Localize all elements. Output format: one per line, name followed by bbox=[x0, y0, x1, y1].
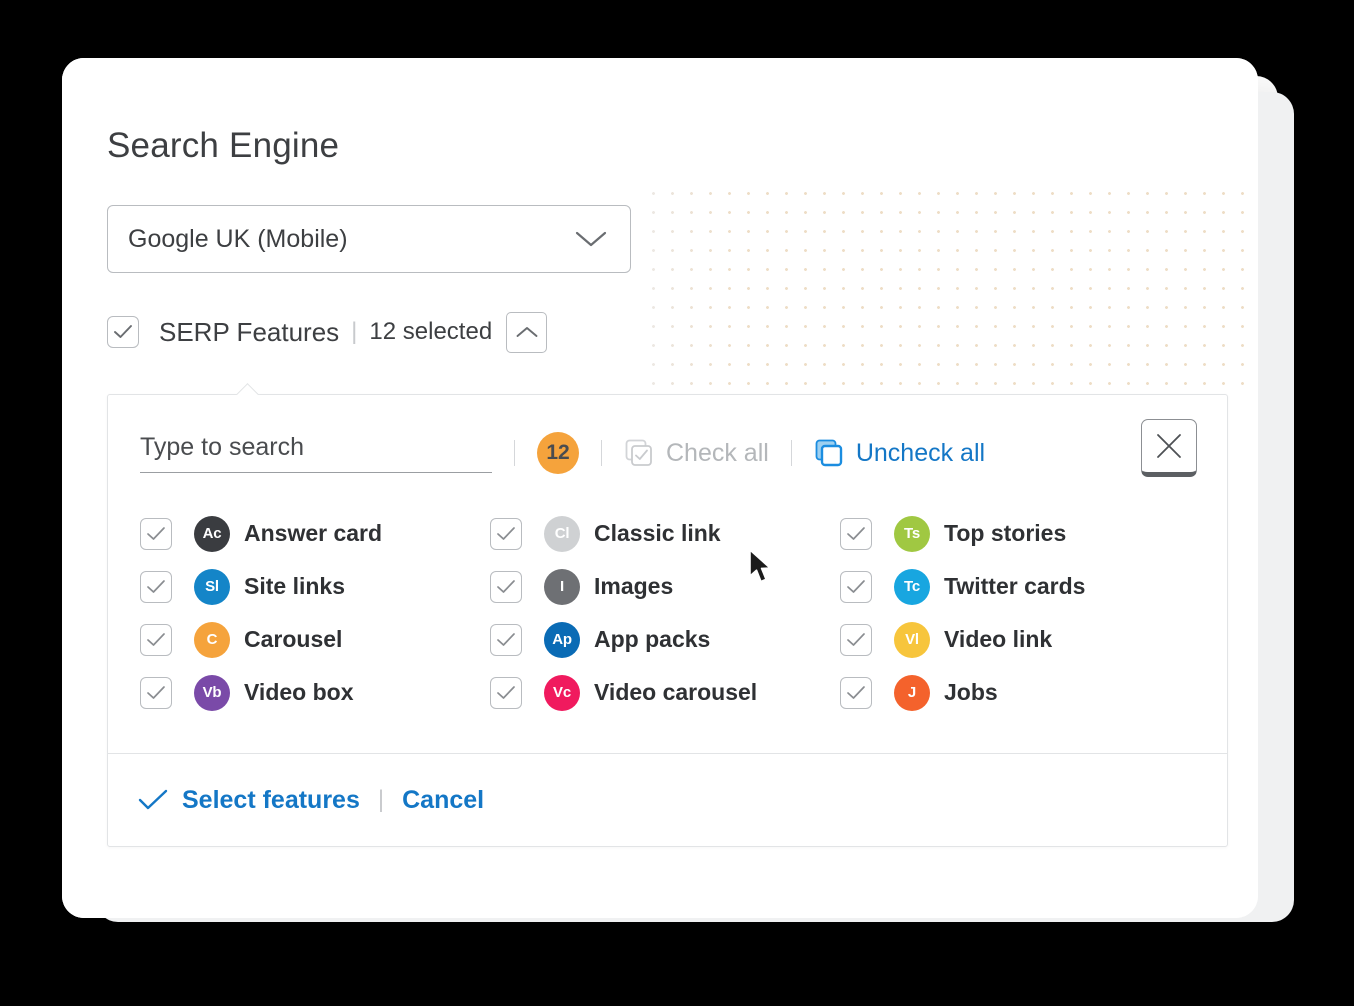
feature-badge-icon: C bbox=[194, 621, 230, 658]
serp-row-divider: | bbox=[351, 318, 358, 345]
feature-checkbox[interactable] bbox=[840, 517, 872, 550]
feature-checkbox[interactable] bbox=[140, 517, 172, 550]
check-icon bbox=[497, 579, 515, 593]
check-icon bbox=[497, 685, 515, 699]
serp-features-checkbox[interactable] bbox=[107, 316, 139, 348]
feature-item[interactable]: J Jobs bbox=[840, 666, 1190, 719]
serp-collapse-button[interactable] bbox=[506, 311, 548, 353]
check-icon bbox=[497, 526, 515, 540]
panel-toolbar: 12 Check all bbox=[108, 395, 1227, 477]
feature-badge-icon: Ts bbox=[894, 515, 930, 552]
feature-badge-icon: Vl bbox=[894, 621, 930, 658]
feature-item[interactable]: Ap App packs bbox=[490, 613, 840, 666]
check-icon bbox=[847, 579, 865, 593]
feature-checkbox[interactable] bbox=[140, 676, 172, 709]
toolbar-divider-2 bbox=[601, 440, 602, 466]
feature-checkbox[interactable] bbox=[840, 623, 872, 656]
feature-checkbox[interactable] bbox=[490, 570, 522, 603]
feature-label: Images bbox=[594, 573, 674, 599]
search-engine-select[interactable]: Google UK (Mobile) bbox=[107, 205, 631, 273]
check-icon bbox=[147, 632, 165, 646]
toolbar-divider-3 bbox=[790, 440, 792, 466]
select-features-button[interactable]: Select features bbox=[182, 786, 360, 815]
feature-badge-icon: Sl bbox=[194, 568, 230, 605]
serp-features-row: SERP Features | 12 selected bbox=[107, 311, 548, 353]
feature-badge-icon: Ac bbox=[194, 515, 230, 552]
search-engine-dialog: Search Engine Google UK (Mobile) SERP Fe… bbox=[62, 58, 1258, 918]
feature-label: Video link bbox=[944, 626, 1053, 652]
cancel-button[interactable]: Cancel bbox=[402, 786, 484, 815]
close-x-icon bbox=[1157, 434, 1181, 458]
feature-item[interactable]: Vb Video box bbox=[140, 666, 490, 719]
feature-checkbox[interactable] bbox=[840, 570, 872, 603]
feature-checkbox[interactable] bbox=[840, 676, 872, 709]
chevron-up-icon bbox=[516, 327, 538, 337]
feature-badge-icon: I bbox=[544, 568, 580, 605]
uncheck-all-button[interactable]: Uncheck all bbox=[814, 438, 985, 468]
check-icon bbox=[114, 325, 132, 338]
feature-badge-icon: Vb bbox=[194, 674, 230, 711]
feature-label: App packs bbox=[594, 626, 711, 652]
feature-badge-icon: Cl bbox=[544, 515, 580, 552]
uncheck-all-label: Uncheck all bbox=[855, 438, 986, 467]
feature-item[interactable]: Vl Video link bbox=[840, 613, 1190, 666]
stacked-checkbox-icon bbox=[624, 438, 654, 468]
check-icon bbox=[147, 579, 165, 593]
chevron-down-icon bbox=[575, 231, 607, 247]
serp-features-grid: Ac Answer card Cl Classic link Ts Top st… bbox=[108, 469, 1227, 753]
feature-label: Jobs bbox=[944, 679, 998, 705]
check-all-label: Check all bbox=[666, 438, 769, 467]
feature-checkbox[interactable] bbox=[490, 517, 522, 550]
feature-item[interactable]: Vc Video carousel bbox=[490, 666, 840, 719]
serp-features-label: SERP Features bbox=[159, 316, 340, 347]
feature-badge-icon: Vc bbox=[544, 674, 580, 711]
panel-footer: Select features | Cancel bbox=[108, 754, 1227, 846]
check-icon bbox=[147, 685, 165, 699]
footer-divider: | bbox=[377, 786, 385, 813]
feature-item[interactable]: I Images bbox=[490, 560, 840, 613]
check-icon bbox=[847, 526, 865, 540]
feature-checkbox[interactable] bbox=[490, 623, 522, 656]
feature-item[interactable]: Ts Top stories bbox=[840, 507, 1190, 560]
serp-selected-count: 12 selected bbox=[369, 318, 493, 345]
feature-item[interactable]: Ac Answer card bbox=[140, 507, 490, 560]
feature-label: Classic link bbox=[594, 520, 721, 546]
stacked-empty-box-icon bbox=[814, 438, 844, 468]
feature-checkbox[interactable] bbox=[140, 570, 172, 603]
feature-label: Top stories bbox=[944, 520, 1067, 546]
screen-frame: Search Engine Google UK (Mobile) SERP Fe… bbox=[0, 0, 1354, 1006]
feature-label: Answer card bbox=[244, 520, 383, 546]
page-title: Search Engine bbox=[107, 126, 340, 165]
serp-features-panel: 12 Check all bbox=[107, 394, 1228, 847]
check-icon bbox=[138, 789, 168, 811]
feature-label: Video carousel bbox=[594, 679, 758, 705]
check-icon bbox=[147, 526, 165, 540]
feature-checkbox[interactable] bbox=[140, 623, 172, 656]
check-icon bbox=[847, 632, 865, 646]
check-all-button[interactable]: Check all bbox=[624, 438, 769, 468]
search-input[interactable] bbox=[140, 433, 492, 473]
feature-label: Carousel bbox=[244, 626, 343, 652]
feature-item[interactable]: Tc Twitter cards bbox=[840, 560, 1190, 613]
check-icon bbox=[497, 632, 515, 646]
selected-count-badge: 12 bbox=[537, 432, 579, 474]
feature-item[interactable]: Cl Classic link bbox=[490, 507, 840, 560]
panel-caret bbox=[236, 383, 260, 395]
close-panel-button[interactable] bbox=[1141, 419, 1197, 477]
feature-badge-icon: Ap bbox=[544, 621, 580, 658]
toolbar-divider-1 bbox=[514, 440, 515, 466]
feature-label: Video box bbox=[244, 679, 354, 705]
feature-item[interactable]: C Carousel bbox=[140, 613, 490, 666]
check-icon bbox=[847, 685, 865, 699]
feature-checkbox[interactable] bbox=[490, 676, 522, 709]
feature-label: Twitter cards bbox=[944, 573, 1086, 599]
feature-badge-icon: Tc bbox=[894, 568, 930, 605]
feature-item[interactable]: Sl Site links bbox=[140, 560, 490, 613]
search-engine-select-value: Google UK (Mobile) bbox=[128, 224, 348, 253]
feature-label: Site links bbox=[244, 573, 345, 599]
feature-badge-icon: J bbox=[894, 674, 930, 711]
